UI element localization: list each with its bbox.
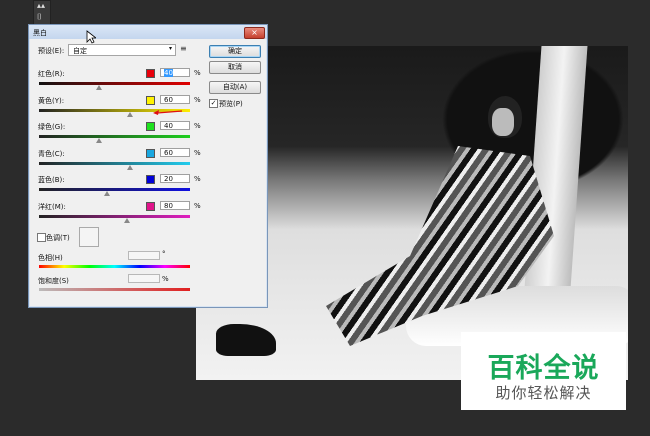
channel-slider-track[interactable]	[39, 82, 190, 85]
channel-value-input[interactable]: 40	[160, 121, 190, 130]
tools-panel: ▴▴ ⌷	[33, 0, 51, 26]
channel-value-input[interactable]: 60	[160, 148, 190, 157]
black-white-dialog: 黑白 × 预设(E): 自定 ▾ ≡ 确定 取消 自动(A) ✓ 预览(P) 红…	[28, 24, 268, 308]
dialog-titlebar[interactable]: 黑白 ×	[29, 25, 267, 39]
channel-label: 红色(R):	[38, 70, 65, 78]
mouse-cursor-icon	[86, 30, 96, 44]
channel-slider-track[interactable]	[39, 215, 190, 218]
channel-slider-track[interactable]	[39, 162, 190, 165]
channel-value-input[interactable]: 40	[160, 68, 190, 77]
channel-percent: %	[194, 96, 201, 104]
channel-color-swatch	[146, 96, 155, 105]
channel-label: 青色(C):	[38, 150, 65, 158]
channel-percent: %	[194, 69, 201, 77]
hue-unit: °	[162, 250, 166, 258]
channel-value-input[interactable]: 60	[160, 95, 190, 104]
preview-label: 预览(P)	[219, 100, 243, 108]
channel-slider-thumb[interactable]	[127, 112, 133, 117]
chevron-down-icon: ▾	[168, 45, 172, 52]
channel-percent: %	[194, 149, 201, 157]
tool-icon-bottom[interactable]: ⌷	[37, 13, 42, 21]
channel-label: 黄色(Y):	[38, 97, 65, 105]
saturation-label: 饱和度(S)	[38, 277, 69, 285]
channel-color-swatch	[146, 122, 155, 131]
close-button[interactable]: ×	[244, 27, 265, 39]
saturation-unit: %	[162, 275, 169, 283]
tint-label: 色调(T)	[46, 234, 70, 242]
channel-color-swatch	[146, 149, 155, 158]
watermark: 百科全说 助你轻松解决	[461, 332, 626, 410]
saturation-field[interactable]	[128, 274, 160, 283]
channel-value-text: 40	[164, 69, 173, 77]
tool-icon-top[interactable]: ▴▴	[37, 2, 45, 10]
hue-label: 色相(H)	[38, 254, 63, 262]
channel-label: 绿色(G):	[38, 123, 66, 131]
channel-value-input[interactable]: 80	[160, 201, 190, 210]
channel-percent: %	[194, 202, 201, 210]
preset-label: 预设(E):	[38, 47, 65, 55]
channel-slider-track[interactable]	[39, 188, 190, 191]
watermark-title: 百科全说	[487, 353, 600, 384]
cancel-button[interactable]: 取消	[209, 61, 261, 74]
channel-value-input[interactable]: 20	[160, 174, 190, 183]
channel-color-swatch	[146, 175, 155, 184]
channel-value-text: 80	[164, 202, 173, 210]
tint-color-swatch[interactable]	[79, 227, 99, 247]
tint-checkbox[interactable]	[37, 233, 46, 242]
photo-shoe	[216, 324, 276, 356]
dialog-title: 黑白	[33, 29, 47, 37]
preset-menu-icon[interactable]: ≡	[180, 44, 187, 53]
annotation-arrow-icon	[153, 110, 183, 115]
watermark-subtitle: 助你轻松解决	[495, 384, 592, 402]
channel-slider-thumb[interactable]	[96, 138, 102, 143]
hue-field[interactable]	[128, 251, 160, 260]
channel-label: 蓝色(B):	[38, 176, 65, 184]
hue-slider-track[interactable]	[39, 265, 190, 268]
channel-color-swatch	[146, 202, 155, 211]
photo-face	[492, 108, 514, 136]
channel-label: 洋红(M):	[38, 203, 66, 211]
channel-percent: %	[194, 122, 201, 130]
channel-slider-track[interactable]	[39, 135, 190, 138]
channel-slider-thumb[interactable]	[104, 191, 110, 196]
channel-value-text: 40	[164, 122, 173, 130]
channel-value-text: 60	[164, 96, 173, 104]
channel-value-text: 60	[164, 149, 173, 157]
preview-checkbox[interactable]: ✓	[209, 99, 218, 108]
channel-slider-thumb[interactable]	[124, 218, 130, 223]
channel-slider-thumb[interactable]	[96, 85, 102, 90]
auto-button[interactable]: 自动(A)	[209, 81, 261, 94]
channel-slider-thumb[interactable]	[127, 165, 133, 170]
ok-button[interactable]: 确定	[209, 45, 261, 58]
channel-color-swatch	[146, 69, 155, 78]
channel-percent: %	[194, 175, 201, 183]
preset-select[interactable]: 自定 ▾	[68, 44, 176, 56]
channel-value-text: 20	[164, 175, 173, 183]
saturation-slider-track[interactable]	[39, 288, 190, 291]
preset-value: 自定	[73, 47, 87, 55]
